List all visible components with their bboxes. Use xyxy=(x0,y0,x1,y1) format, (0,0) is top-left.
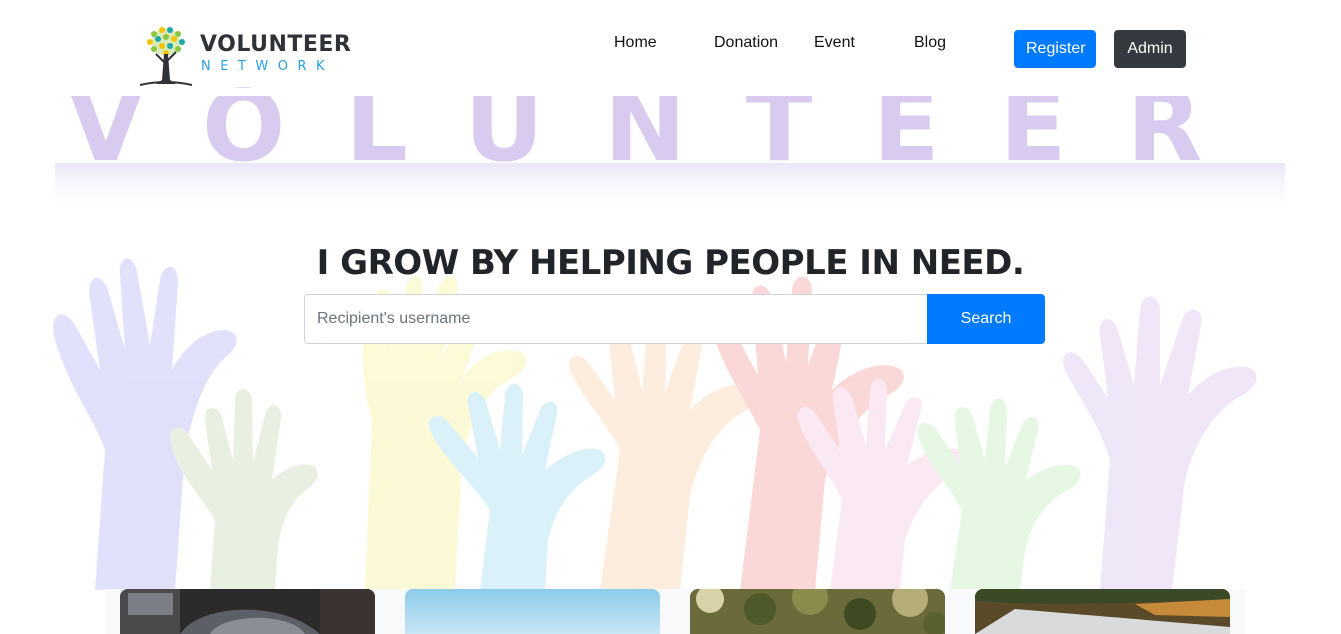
register-button[interactable]: Register xyxy=(1014,30,1096,68)
admin-button[interactable]: Admin xyxy=(1114,30,1186,68)
event-card[interactable] xyxy=(690,589,945,634)
search-button[interactable]: Search xyxy=(927,294,1045,344)
landscape-photo xyxy=(975,589,1230,634)
nav-link-home[interactable]: Home xyxy=(614,34,657,52)
person-sweater-photo xyxy=(120,589,375,634)
event-card[interactable] xyxy=(975,589,1230,634)
event-card[interactable] xyxy=(120,589,375,634)
search-bar: Search xyxy=(304,294,1045,344)
nav-link-blog[interactable]: Blog xyxy=(914,34,946,52)
nav-link-event[interactable]: Event xyxy=(814,34,855,52)
nav-link-donation[interactable]: Donation xyxy=(714,34,778,52)
main-nav: Home Donation Event Blog Register Admin xyxy=(0,30,1341,70)
sky-photo xyxy=(405,589,660,634)
event-card[interactable] xyxy=(405,589,660,634)
tree-leaves-photo xyxy=(690,589,945,634)
hero-headline: I GROW BY HELPING PEOPLE IN NEED. xyxy=(316,243,1025,283)
search-input[interactable] xyxy=(304,294,927,344)
